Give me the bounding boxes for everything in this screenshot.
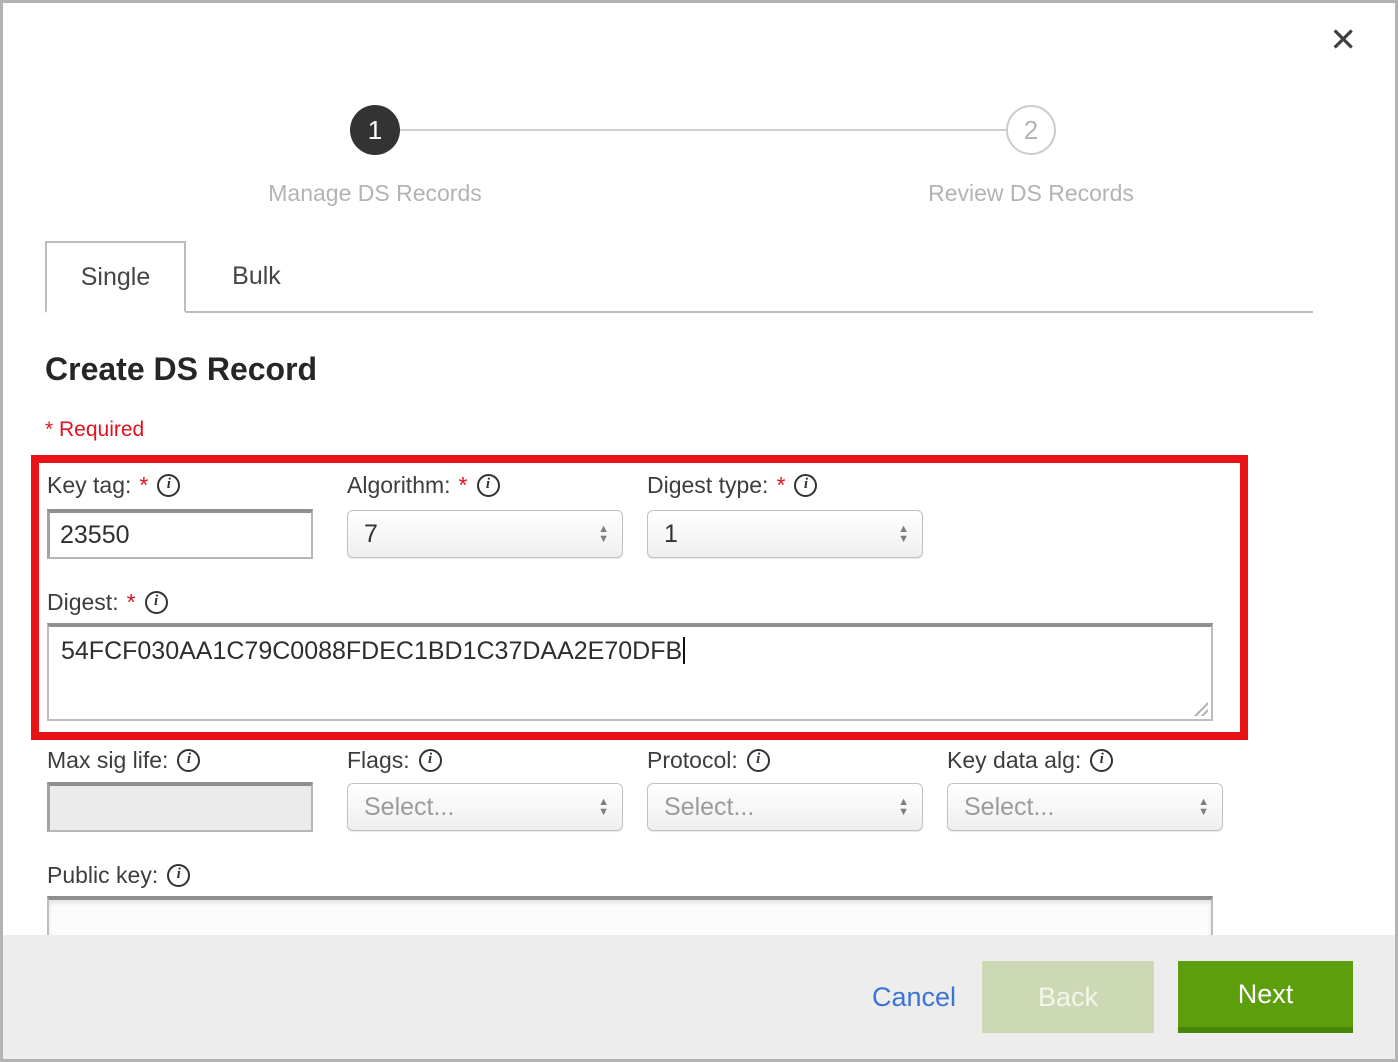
key-tag-label: Key tag: xyxy=(47,472,131,499)
info-icon[interactable]: i xyxy=(747,749,770,772)
info-icon[interactable]: i xyxy=(477,474,500,497)
arrow-down-icon: ▼ xyxy=(898,807,909,817)
digest-type-label: Digest type: xyxy=(647,472,768,499)
tab-bar: Single Bulk xyxy=(45,241,1313,313)
digest-label: Digest: xyxy=(47,589,119,616)
next-button[interactable]: Next xyxy=(1178,961,1353,1033)
select-spinner-icon: ▲ ▼ xyxy=(598,797,609,817)
public-key-label-row: Public key: i xyxy=(47,860,190,890)
protocol-label-row: Protocol: i xyxy=(647,745,770,775)
info-icon[interactable]: i xyxy=(145,591,168,614)
cancel-button[interactable]: Cancel xyxy=(872,982,956,1013)
required-asterisk: * xyxy=(139,472,148,499)
text-cursor xyxy=(683,637,685,664)
algorithm-label-row: Algorithm: * i xyxy=(347,470,500,500)
tab-single[interactable]: Single xyxy=(45,241,186,313)
info-icon[interactable]: i xyxy=(794,474,817,497)
required-asterisk: * xyxy=(127,589,136,616)
step-1-label: Manage DS Records xyxy=(215,180,535,207)
step-2-number: 2 xyxy=(1024,115,1038,146)
arrow-down-icon: ▼ xyxy=(598,807,609,817)
key-tag-label-row: Key tag: * i xyxy=(47,470,180,500)
protocol-label: Protocol: xyxy=(647,747,738,774)
tab-single-label: Single xyxy=(81,263,151,292)
back-button[interactable]: Back xyxy=(982,961,1154,1033)
max-sig-life-label-row: Max sig life: i xyxy=(47,745,200,775)
info-icon[interactable]: i xyxy=(1090,749,1113,772)
tab-bulk[interactable]: Bulk xyxy=(186,241,327,311)
key-data-alg-label-row: Key data alg: i xyxy=(947,745,1113,775)
required-note: * Required xyxy=(45,418,144,442)
select-spinner-icon: ▲ ▼ xyxy=(598,524,609,544)
arrow-down-icon: ▼ xyxy=(898,534,909,544)
required-asterisk: * xyxy=(459,472,468,499)
algorithm-label: Algorithm: xyxy=(347,472,451,499)
tab-bulk-label: Bulk xyxy=(232,262,281,291)
arrow-down-icon: ▼ xyxy=(598,534,609,544)
info-icon[interactable]: i xyxy=(157,474,180,497)
key-data-alg-select-value: Select... xyxy=(964,793,1054,822)
protocol-select-value: Select... xyxy=(664,793,754,822)
flags-select[interactable]: Select... ▲ ▼ xyxy=(347,783,623,831)
flags-select-value: Select... xyxy=(364,793,454,822)
digest-value: 54FCF030AA1C79C0088FDEC1BD1C37DAA2E70DFB xyxy=(61,637,682,665)
resize-handle-icon[interactable] xyxy=(1193,701,1208,716)
step-2-label: Review DS Records xyxy=(871,180,1191,207)
select-spinner-icon: ▲ ▼ xyxy=(1198,797,1209,817)
digest-type-select-value: 1 xyxy=(664,520,678,549)
step-1-number: 1 xyxy=(368,115,382,146)
digest-type-label-row: Digest type: * i xyxy=(647,470,817,500)
algorithm-select-value: 7 xyxy=(364,520,378,549)
stepper-connector-line xyxy=(400,129,1006,131)
select-spinner-icon: ▲ ▼ xyxy=(898,797,909,817)
key-tag-input[interactable] xyxy=(47,509,313,559)
info-icon[interactable]: i xyxy=(177,749,200,772)
info-icon[interactable]: i xyxy=(167,864,190,887)
flags-label-row: Flags: i xyxy=(347,745,442,775)
info-icon[interactable]: i xyxy=(419,749,442,772)
key-data-alg-select[interactable]: Select... ▲ ▼ xyxy=(947,783,1223,831)
step-1-indicator: 1 xyxy=(350,105,400,155)
arrow-down-icon: ▼ xyxy=(1198,807,1209,817)
digest-textarea[interactable]: 54FCF030AA1C79C0088FDEC1BD1C37DAA2E70DFB xyxy=(47,623,1213,721)
create-ds-record-modal: ✕ 1 2 Manage DS Records Review DS Record… xyxy=(0,0,1398,1062)
digest-label-row: Digest: * i xyxy=(47,587,168,617)
step-2-indicator: 2 xyxy=(1006,105,1056,155)
protocol-select[interactable]: Select... ▲ ▼ xyxy=(647,783,923,831)
public-key-label: Public key: xyxy=(47,862,158,889)
required-asterisk: * xyxy=(776,472,785,499)
max-sig-life-input[interactable] xyxy=(47,782,313,832)
footer-bar: Cancel Back Next xyxy=(3,935,1395,1059)
close-icon[interactable]: ✕ xyxy=(1329,23,1357,56)
key-data-alg-label: Key data alg: xyxy=(947,747,1081,774)
select-spinner-icon: ▲ ▼ xyxy=(898,524,909,544)
page-title: Create DS Record xyxy=(45,351,317,388)
digest-type-select[interactable]: 1 ▲ ▼ xyxy=(647,510,923,558)
algorithm-select[interactable]: 7 ▲ ▼ xyxy=(347,510,623,558)
max-sig-life-label: Max sig life: xyxy=(47,747,168,774)
flags-label: Flags: xyxy=(347,747,410,774)
